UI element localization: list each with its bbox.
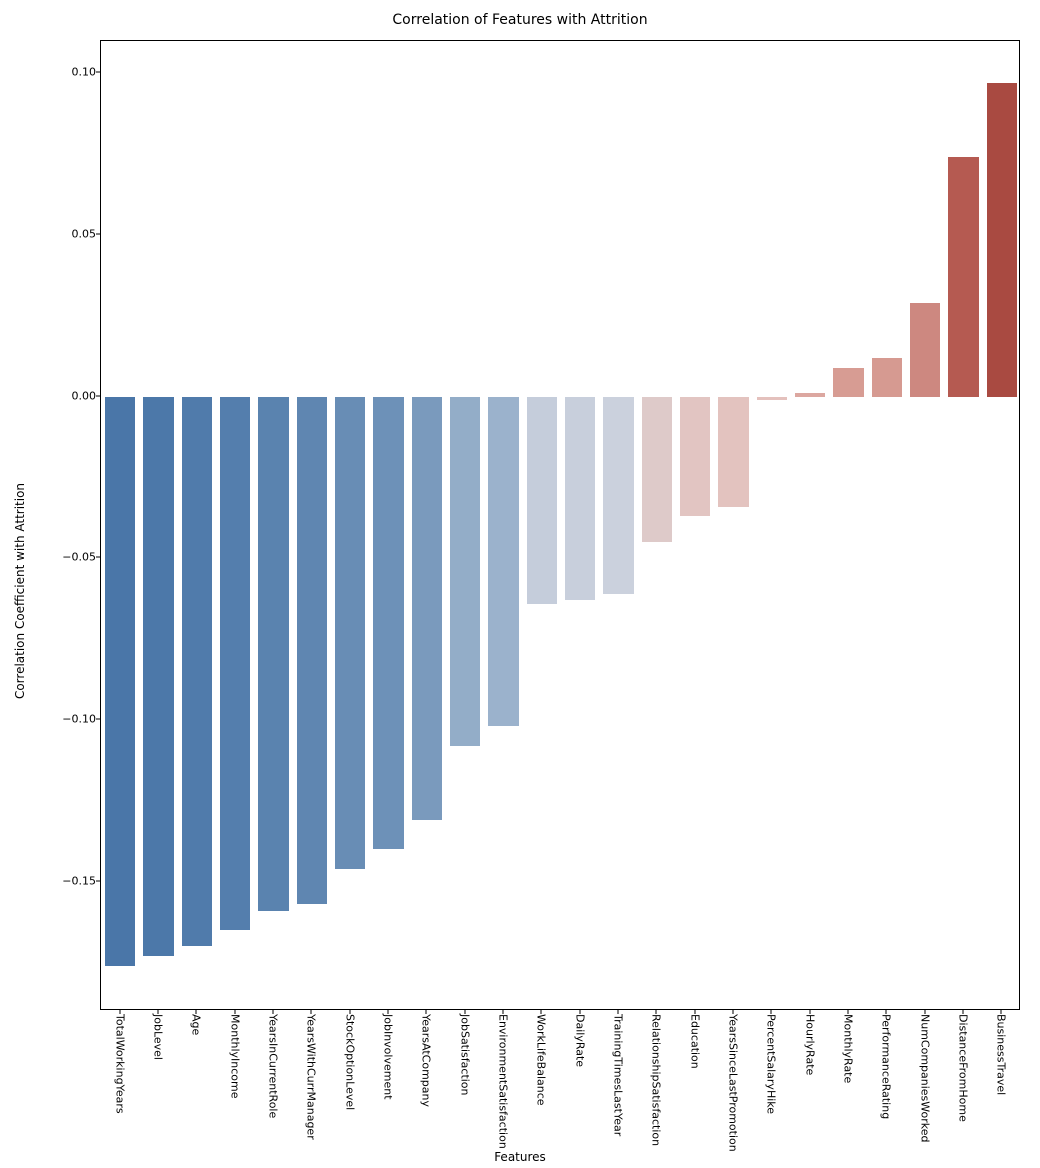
xtick-label: HourlyRate — [803, 1014, 816, 1075]
bar — [335, 397, 366, 869]
bar — [910, 303, 941, 397]
chart-title: Correlation of Features with Attrition — [0, 12, 1040, 28]
xtick-label: StockOptionLevel — [343, 1014, 356, 1110]
xtick-label: WorkLifeBalance — [535, 1014, 548, 1106]
bar — [182, 397, 213, 947]
bar — [412, 397, 443, 821]
bar — [680, 397, 711, 517]
bar — [527, 397, 558, 604]
xtick-label: JobLevel — [152, 1014, 165, 1060]
ytick-mark — [96, 395, 100, 396]
y-axis-label: Correlation Coefficient with Attrition — [13, 483, 27, 699]
ytick-label: −0.05 — [62, 551, 96, 564]
figure: Correlation of Features with Attrition C… — [0, 0, 1040, 1168]
xtick-label: RelationshipSatisfaction — [650, 1014, 663, 1146]
xtick-label: YearsWithCurrManager — [305, 1014, 318, 1140]
xtick-label: TrainingTimesLastYear — [612, 1014, 625, 1136]
xtick-label: Education — [688, 1014, 701, 1069]
bar — [603, 397, 634, 594]
bar — [795, 393, 826, 396]
xtick-label: YearsSinceLastPromotion — [727, 1014, 740, 1152]
xtick-label: YearsInCurrentRole — [267, 1014, 280, 1118]
bar — [987, 83, 1018, 397]
ytick-label: 0.05 — [72, 228, 97, 241]
bar — [565, 397, 596, 601]
xtick-label: DistanceFromHome — [957, 1014, 970, 1122]
ytick-mark — [96, 557, 100, 558]
bar — [642, 397, 673, 543]
ytick-label: −0.10 — [62, 713, 96, 726]
xtick-label: DailyRate — [573, 1014, 586, 1067]
xtick-label: TotalWorkingYears — [113, 1014, 126, 1114]
xtick-label: JobSatisfaction — [458, 1014, 471, 1096]
bar — [105, 397, 136, 966]
bar — [488, 397, 519, 727]
xtick-label: YearsAtCompany — [420, 1014, 433, 1107]
bar — [757, 397, 788, 400]
bar — [258, 397, 289, 911]
plot-area — [100, 40, 1020, 1010]
ytick-label: 0.10 — [72, 66, 97, 79]
ytick-mark — [96, 234, 100, 235]
xtick-label: Age — [190, 1014, 203, 1035]
ytick-mark — [96, 72, 100, 73]
bar — [220, 397, 251, 931]
xtick-label: PercentSalaryHike — [765, 1014, 778, 1114]
bar — [297, 397, 328, 905]
bar — [718, 397, 749, 507]
ytick-label: −0.15 — [62, 874, 96, 887]
ytick-mark — [96, 719, 100, 720]
xtick-label: EnvironmentSatisfaction — [497, 1014, 510, 1149]
xtick-label: MonthlyRate — [842, 1014, 855, 1083]
bar — [872, 358, 903, 397]
xtick-label: PerformanceRating — [880, 1014, 893, 1119]
bar — [833, 368, 864, 397]
bar — [948, 157, 979, 396]
xtick-label: BusinessTravel — [995, 1014, 1008, 1095]
ytick-mark — [96, 880, 100, 881]
bar — [143, 397, 174, 956]
bar — [373, 397, 404, 850]
x-axis-label: Features — [0, 1150, 1040, 1164]
ytick-label: 0.00 — [72, 389, 97, 402]
xtick-label: MonthlyIncome — [228, 1014, 241, 1099]
xtick-label: JobInvolvement — [382, 1014, 395, 1100]
bar — [450, 397, 481, 746]
xtick-label: NumCompaniesWorked — [918, 1014, 931, 1143]
